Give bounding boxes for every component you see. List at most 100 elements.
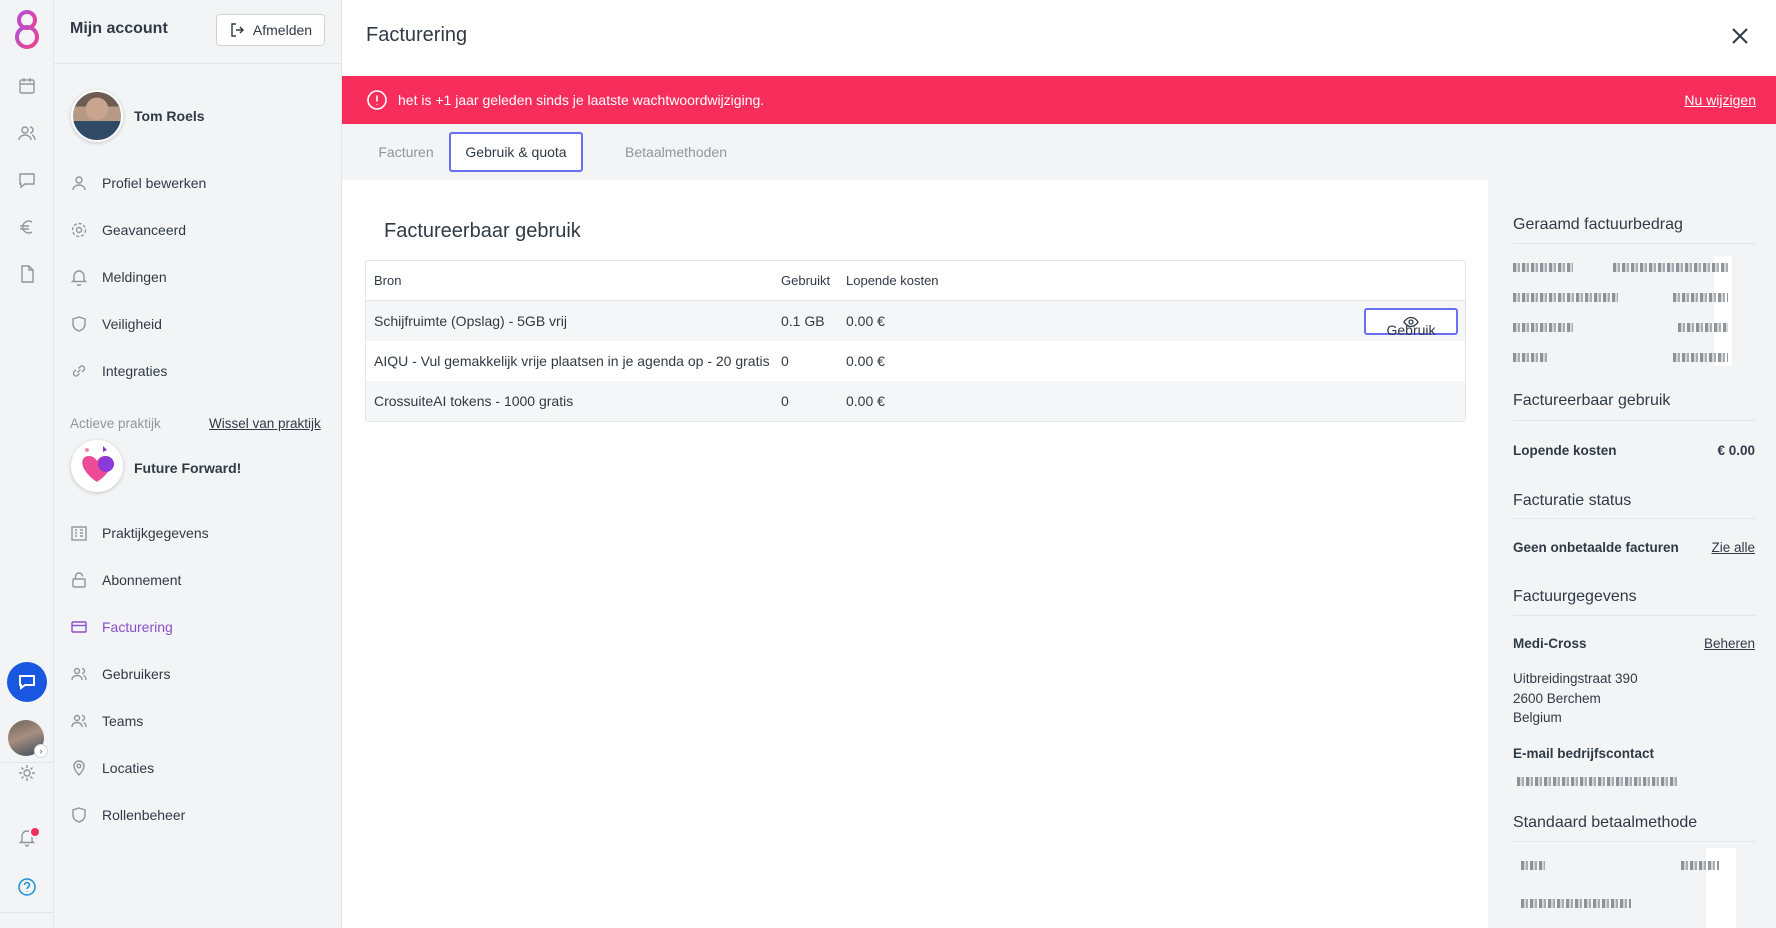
redacted-text — [1513, 290, 1733, 306]
help-icon[interactable] — [17, 877, 37, 897]
table-row: Schijfruimte (Opslag) - 5GB vrij 0.1 GB … — [366, 301, 1465, 341]
usage-content: Factureerbaar gebruik Bron Gebruikt Lope… — [342, 180, 1488, 928]
chat-icon — [19, 675, 35, 690]
patients-icon[interactable] — [17, 123, 37, 143]
redacted-text — [1513, 896, 1733, 912]
credit-card-icon — [71, 621, 87, 633]
sidebar-item-rollenbeheer[interactable]: Rollenbeheer — [70, 803, 185, 827]
redacted-text — [1513, 260, 1733, 276]
settings-icon[interactable] — [17, 763, 37, 783]
page-title: Facturering — [366, 24, 468, 46]
sidebar-item-teams[interactable]: Teams — [70, 709, 143, 733]
sidebar-item-facturering[interactable]: Facturering — [70, 615, 173, 639]
sidebar-item-locaties[interactable]: Locaties — [70, 756, 154, 780]
user-avatar-menu[interactable]: › — [8, 720, 48, 758]
column-header-kosten: Lopende kosten — [846, 273, 939, 288]
document-icon[interactable] — [17, 264, 37, 284]
sidebar-item-geavanceerd[interactable]: Geavanceerd — [70, 218, 186, 242]
usage-title: Factureerbaar gebruik — [1513, 392, 1671, 409]
column-header-gebruikt: Gebruikt — [781, 273, 831, 288]
redacted-text — [1513, 858, 1733, 874]
usage-table: Bron Gebruikt Lopende kosten Schijfruimt… — [365, 260, 1466, 422]
redacted-text — [1513, 350, 1733, 366]
rail-divider — [0, 912, 54, 913]
address-line: 2600 Berchem — [1513, 691, 1601, 706]
manage-billing-link[interactable]: Beheren — [1704, 636, 1755, 651]
cell-bron: AIQU - Vul gemakkelijk vrije plaatsen in… — [374, 353, 770, 369]
sidebar-item-profiel[interactable]: Profiel bewerken — [70, 171, 206, 195]
app-logo[interactable] — [10, 8, 44, 52]
sidebar-item-label: Teams — [102, 713, 144, 729]
sidebar-item-label: Praktijkgegevens — [102, 525, 209, 541]
sidebar-item-integraties[interactable]: Integraties — [70, 359, 167, 383]
sidebar-item-label: Abonnement — [102, 572, 182, 588]
sidebar-item-praktijkgegevens[interactable]: Praktijkgegevens — [70, 521, 209, 545]
billing-summary-panel: Geraamd factuurbedrag Factureerbaar gebr… — [1488, 180, 1776, 928]
view-usage-button[interactable]: Gebruik — [1364, 308, 1458, 338]
chat-support-button[interactable] — [7, 662, 47, 702]
sidebar-item-meldingen[interactable]: Meldingen — [70, 265, 167, 289]
location-pin-icon — [73, 760, 85, 776]
cell-kosten: 0.00 € — [846, 353, 885, 369]
alert-message: het is +1 jaar geleden sinds je laatste … — [398, 92, 765, 108]
status-text: Geen onbetaalde facturen — [1513, 540, 1679, 555]
sidebar-item-abonnement[interactable]: Abonnement — [70, 568, 181, 592]
password-alert-banner: het is +1 jaar geleden sinds je laatste … — [342, 76, 1776, 124]
close-icon[interactable] — [1728, 24, 1752, 48]
section-title: Factureerbaar gebruik — [384, 220, 581, 242]
sidebar-item-label: Geavanceerd — [102, 222, 187, 238]
sidebar-item-label: Veiligheid — [102, 316, 162, 332]
active-practice-label: Actieve praktijk — [70, 416, 161, 431]
sidebar-divider — [54, 63, 342, 64]
cell-bron: CrossuiteAI tokens - 1000 gratis — [374, 393, 574, 409]
sidebar-item-label: Locaties — [102, 760, 155, 776]
euro-icon[interactable] — [17, 217, 37, 237]
email-label: E-mail bedrijfscontact — [1513, 746, 1655, 761]
sidebar-item-label: Facturering — [102, 619, 173, 635]
sidebar-item-veiligheid[interactable]: Veiligheid — [70, 312, 162, 336]
user-avatar — [71, 90, 123, 142]
logout-icon — [231, 23, 244, 37]
sidebar-item-label: Rollenbeheer — [102, 807, 186, 823]
cell-gebruikt: 0.1 GB — [781, 313, 825, 329]
redacted-text — [1513, 320, 1733, 336]
logout-button[interactable]: Afmelden — [216, 14, 325, 46]
messages-icon[interactable] — [17, 170, 37, 190]
tab-betaalmethoden[interactable]: Betaalmethoden — [608, 132, 744, 172]
link-icon — [72, 365, 86, 377]
table-row: AIQU - Vul gemakkelijk vrije plaatsen in… — [366, 341, 1465, 381]
practice-logo — [71, 440, 123, 492]
shield-icon — [72, 316, 86, 332]
info-icon — [367, 90, 387, 110]
sidebar-item-label: Integraties — [102, 363, 168, 379]
shield-icon — [72, 807, 86, 823]
tab-facturen[interactable]: Facturen — [366, 132, 446, 172]
divider — [1513, 615, 1755, 616]
estimate-title: Geraamd factuurbedrag — [1513, 216, 1683, 233]
calendar-icon[interactable] — [17, 76, 37, 96]
address-line: Belgium — [1513, 710, 1562, 725]
sidebar-title: Mijn account — [70, 20, 168, 37]
bell-icon — [70, 270, 88, 286]
cell-gebruikt: 0 — [781, 353, 789, 369]
logout-label: Afmelden — [252, 22, 313, 38]
users-icon — [71, 667, 87, 681]
table-header: Bron Gebruikt Lopende kosten — [366, 261, 1465, 301]
tab-gebruik-quota[interactable]: Gebruik & quota — [449, 132, 583, 172]
practice-name: Future Forward! — [134, 460, 242, 476]
divider — [1513, 518, 1755, 519]
running-costs-value: € 0.00 — [1717, 443, 1755, 458]
user-name: Tom Roels — [134, 108, 205, 124]
team-icon — [71, 714, 87, 728]
tab-bar: Facturen Gebruik & quota Betaalmethoden — [342, 124, 1776, 180]
billing-details-title: Factuurgegevens — [1513, 588, 1637, 605]
switch-practice-link[interactable]: Wissel van praktijk — [209, 416, 321, 431]
chevron-right-icon: › — [34, 744, 48, 758]
sidebar-item-gebruikers[interactable]: Gebruikers — [70, 662, 170, 686]
redacted-email — [1513, 774, 1733, 790]
company-name: Medi-Cross — [1513, 636, 1587, 651]
change-password-link[interactable]: Nu wijzigen — [1684, 92, 1756, 108]
see-all-invoices-link[interactable]: Zie alle — [1711, 540, 1755, 555]
sidebar-item-label: Profiel bewerken — [102, 175, 207, 191]
billing-panel: Facturering het is +1 jaar geleden sinds… — [342, 0, 1776, 928]
